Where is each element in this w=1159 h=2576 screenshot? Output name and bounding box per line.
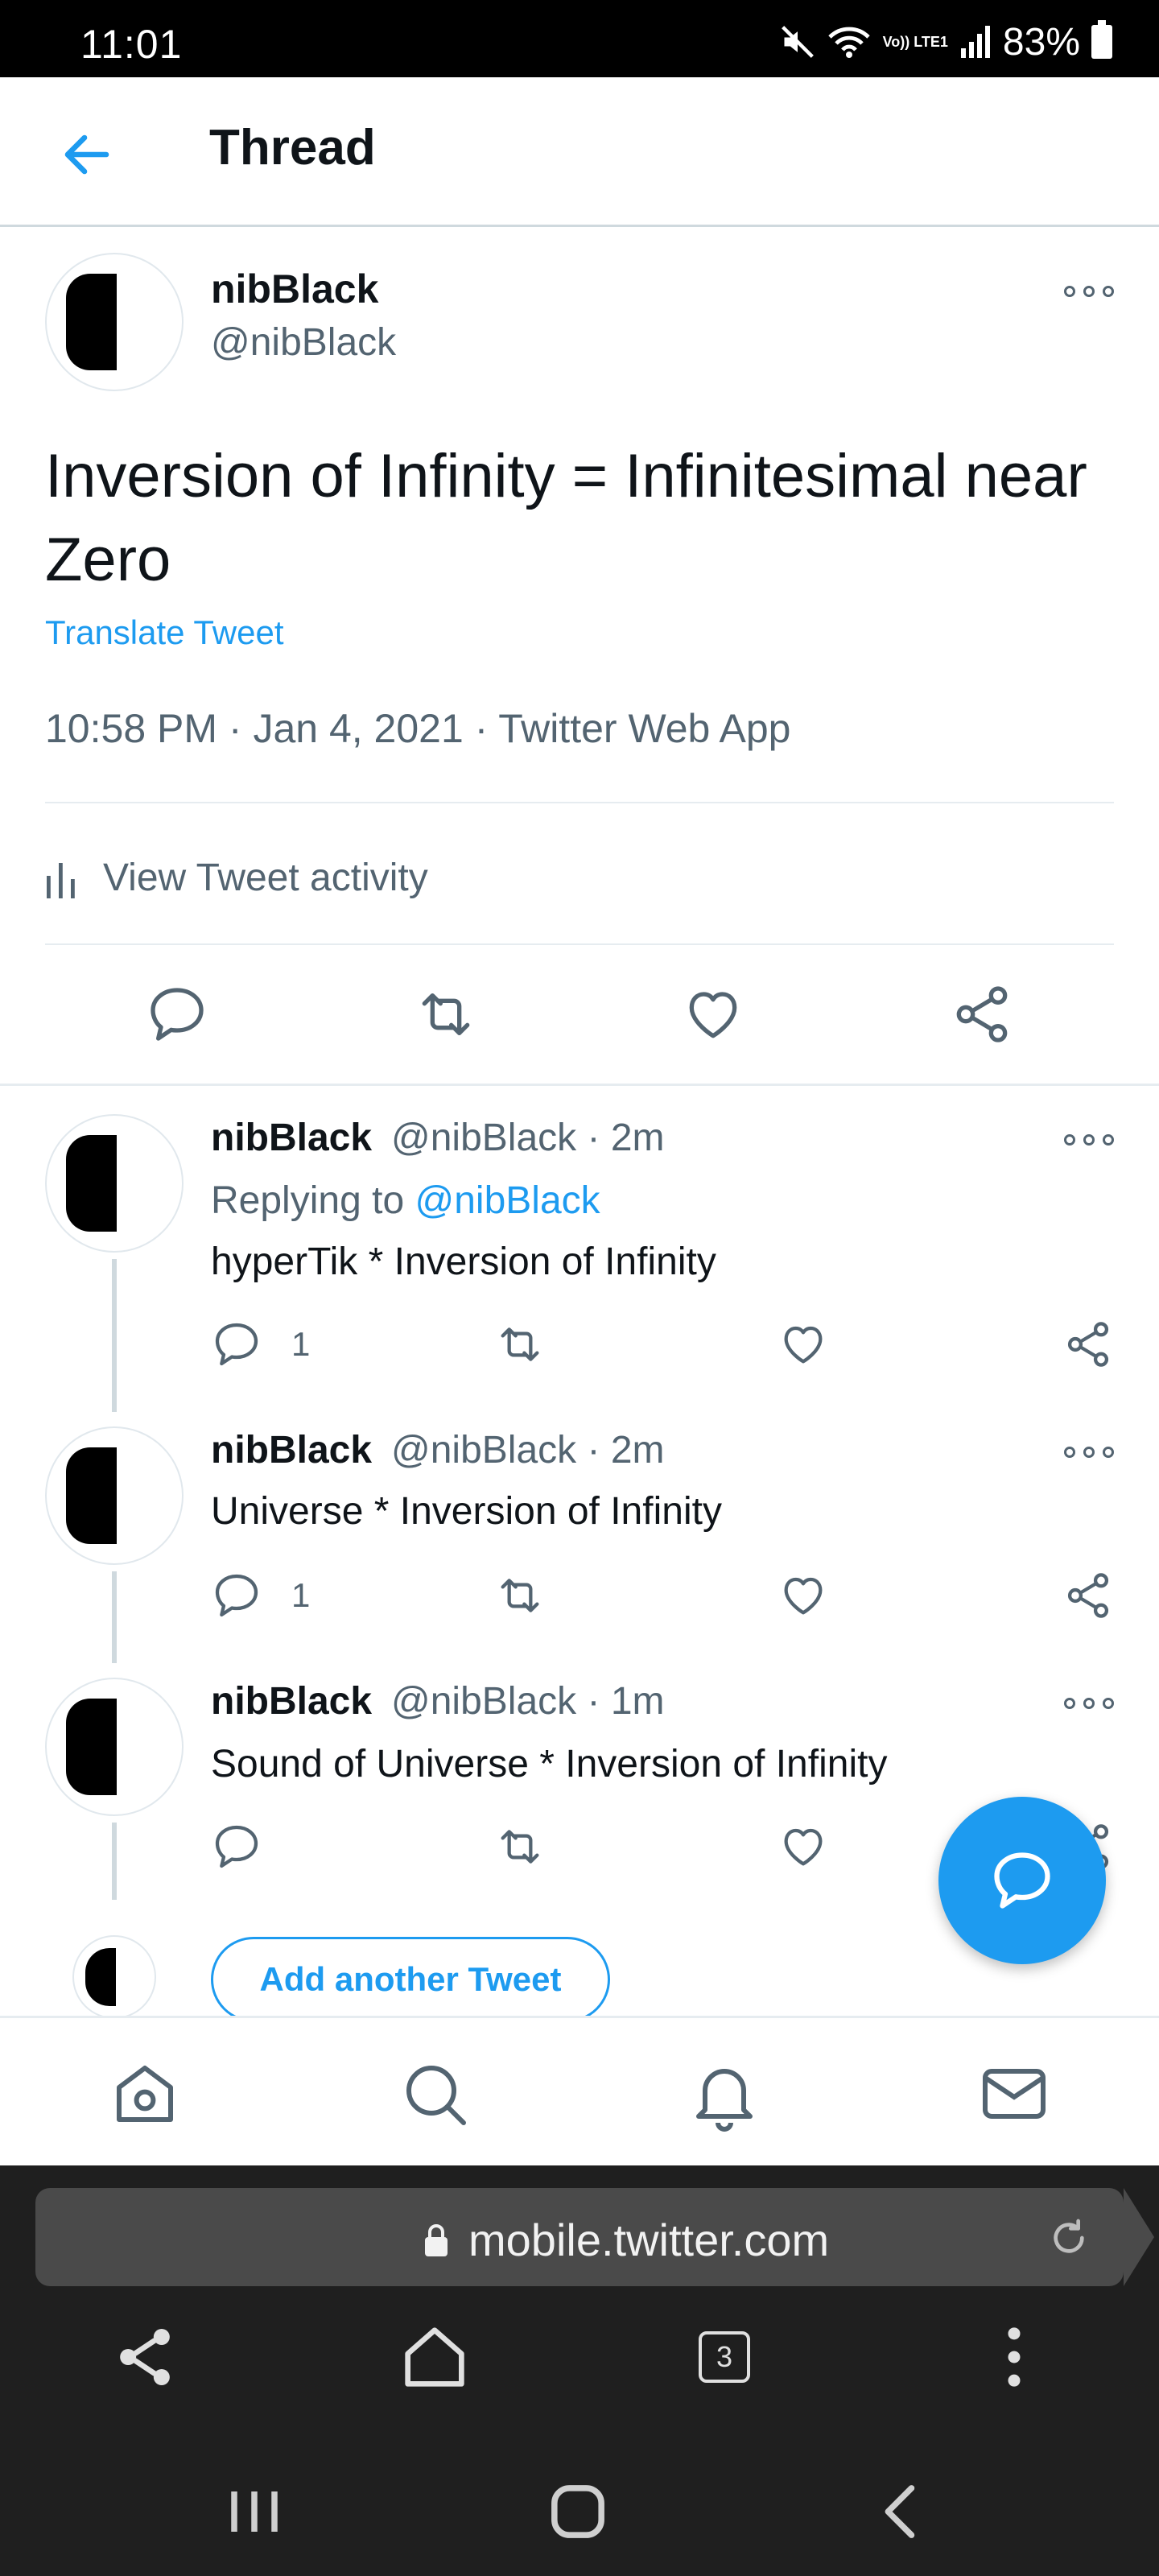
url-text: mobile.twitter.com bbox=[468, 2215, 830, 2265]
translate-link[interactable]: Translate Tweet bbox=[45, 613, 283, 652]
reply-icon[interactable] bbox=[145, 982, 209, 1046]
more-options-icon[interactable] bbox=[1064, 1695, 1114, 1711]
app-header: Thread bbox=[0, 77, 1159, 227]
tabs-count: 3 bbox=[699, 2331, 750, 2383]
wifi-icon bbox=[827, 27, 870, 58]
reply-icon[interactable] bbox=[211, 1319, 262, 1370]
status-icons: Vo)) LTE1 83% bbox=[780, 19, 1112, 64]
thread-line bbox=[112, 1823, 117, 1900]
browser-home-icon[interactable] bbox=[394, 2317, 475, 2397]
battery-percent: 83% bbox=[1002, 20, 1080, 64]
share-icon[interactable] bbox=[950, 982, 1014, 1046]
reply-icon bbox=[994, 1852, 1050, 1909]
avatar bbox=[72, 1935, 156, 2019]
compose-reply-button[interactable] bbox=[938, 1797, 1106, 1964]
tweet-text: Inversion of Infinity = Infinitesimal ne… bbox=[45, 442, 1087, 594]
reply-count: 1 bbox=[291, 1325, 311, 1363]
reply-text: hyperTik * Inversion of Infinity bbox=[211, 1241, 716, 1283]
avatar[interactable] bbox=[45, 1114, 184, 1253]
tweet-meta: 10:58 PM · Jan 4, 2021 · Twitter Web App bbox=[45, 706, 791, 751]
view-activity-link[interactable]: View Tweet activity bbox=[45, 845, 428, 910]
search-icon[interactable] bbox=[396, 2055, 473, 2132]
reply-icon[interactable] bbox=[211, 1821, 262, 1872]
back-arrow-icon[interactable] bbox=[58, 126, 116, 184]
browser-toolbar: mobile.twitter.com 3 bbox=[0, 2165, 1159, 2576]
like-icon[interactable] bbox=[681, 982, 745, 1046]
like-icon[interactable] bbox=[777, 1821, 829, 1872]
author-handle[interactable]: @nibBlack bbox=[211, 320, 396, 365]
more-options-icon[interactable] bbox=[1064, 1132, 1114, 1148]
reply-author-handle[interactable]: @nibBlack · 2m bbox=[391, 1428, 665, 1472]
reply-text: Sound of Universe * Inversion of Infinit… bbox=[211, 1743, 888, 1785]
replying-prefix: Replying to bbox=[211, 1179, 415, 1222]
avatar[interactable] bbox=[45, 253, 184, 391]
url-display[interactable]: mobile.twitter.com bbox=[422, 2214, 829, 2266]
retweet-icon[interactable] bbox=[414, 982, 478, 1046]
mute-icon bbox=[781, 26, 814, 58]
notifications-icon[interactable] bbox=[686, 2055, 763, 2132]
reload-icon[interactable] bbox=[1046, 2215, 1091, 2260]
retweet-icon[interactable] bbox=[494, 1319, 546, 1370]
divider bbox=[45, 802, 1114, 803]
reply-icon[interactable] bbox=[211, 1570, 262, 1621]
more-options-icon[interactable] bbox=[1064, 283, 1114, 299]
retweet-icon[interactable] bbox=[494, 1570, 546, 1621]
share-icon[interactable] bbox=[1062, 1319, 1114, 1370]
network-label: Vo)) LTE1 bbox=[882, 34, 948, 50]
tabs-button[interactable]: 3 bbox=[684, 2317, 765, 2397]
system-home-icon[interactable] bbox=[538, 2471, 618, 2552]
bottom-nav bbox=[0, 2016, 1159, 2165]
reply-author-handle[interactable]: @nibBlack · 1m bbox=[391, 1679, 665, 1724]
home-icon[interactable] bbox=[106, 2055, 184, 2132]
tweet-actions bbox=[0, 966, 1159, 1063]
messages-icon[interactable] bbox=[975, 2055, 1053, 2132]
battery-icon bbox=[1091, 20, 1112, 59]
reply-author-name[interactable]: nibBlack bbox=[211, 1428, 372, 1472]
share-icon[interactable] bbox=[105, 2317, 185, 2397]
author-name[interactable]: nibBlack bbox=[211, 266, 378, 312]
reply-author-handle[interactable]: @nibBlack · 2m bbox=[391, 1116, 665, 1160]
signal-icon bbox=[960, 26, 990, 58]
reply-author-name[interactable]: nibBlack bbox=[211, 1116, 372, 1160]
like-icon[interactable] bbox=[777, 1319, 829, 1370]
add-another-tweet-button[interactable]: Add another Tweet bbox=[211, 1937, 610, 2022]
like-icon[interactable] bbox=[777, 1570, 829, 1621]
thread-line bbox=[112, 1571, 117, 1663]
share-icon[interactable] bbox=[1062, 1570, 1114, 1621]
divider bbox=[45, 943, 1114, 945]
reply-text: Universe * Inversion of Infinity bbox=[211, 1490, 722, 1533]
reply-author-name[interactable]: nibBlack bbox=[211, 1679, 372, 1724]
avatar[interactable] bbox=[45, 1426, 184, 1565]
more-menu-icon[interactable] bbox=[974, 2317, 1054, 2397]
replying-to-link[interactable]: @nibBlack bbox=[415, 1179, 600, 1222]
status-time: 11:01 bbox=[80, 22, 183, 67]
thread-line bbox=[112, 1259, 117, 1412]
retweet-icon[interactable] bbox=[494, 1821, 546, 1872]
reply-count: 1 bbox=[291, 1576, 311, 1614]
url-bar[interactable]: mobile.twitter.com bbox=[35, 2188, 1154, 2286]
lock-icon bbox=[425, 2223, 448, 2256]
analytics-icon bbox=[47, 863, 75, 898]
activity-label: View Tweet activity bbox=[103, 856, 428, 899]
system-back-icon[interactable] bbox=[861, 2471, 942, 2552]
avatar[interactable] bbox=[45, 1678, 184, 1816]
page-title: Thread bbox=[209, 120, 376, 175]
status-bar: 11:01 Vo)) LTE1 83% bbox=[0, 0, 1159, 77]
divider bbox=[0, 1084, 1159, 1086]
recent-apps-icon[interactable] bbox=[214, 2471, 295, 2552]
more-options-icon[interactable] bbox=[1064, 1444, 1114, 1460]
replying-to: Replying to @nibBlack bbox=[211, 1179, 600, 1223]
